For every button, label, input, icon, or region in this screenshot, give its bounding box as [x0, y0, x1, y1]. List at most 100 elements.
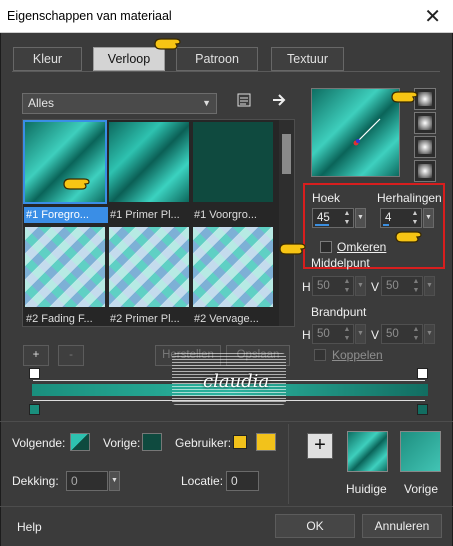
divider [0, 421, 453, 422]
spin-arrows-icon[interactable]: ▲ ▼ [341, 209, 353, 227]
opacity-label: Dekking: [12, 474, 59, 488]
gradient-caption-4: #2 Fading F... [26, 313, 93, 325]
prev-swatch[interactable] [142, 433, 162, 451]
next-label: Volgende: [12, 436, 66, 450]
angle-label: Hoek [312, 191, 341, 205]
focal-v-label: V [371, 328, 380, 342]
gradient-caption-2: #1 Primer Pl... [110, 209, 180, 221]
spin-arrows-icon[interactable]: ▲ ▼ [341, 277, 353, 295]
focal-label: Brandpunt [311, 305, 367, 319]
focal-v-dropdown[interactable]: ▼ [424, 324, 435, 344]
center-v-value: 50 [386, 280, 399, 292]
title-bar: Eigenschappen van materiaal ✕ [0, 0, 453, 33]
tab-textuur[interactable]: Textuur [271, 47, 344, 71]
spin-arrows-icon[interactable]: ▲ ▼ [410, 325, 422, 343]
remove-stop-button[interactable]: - [58, 345, 84, 366]
footer-divider [0, 506, 453, 507]
center-h-field[interactable]: 50 ▲ ▼ [312, 276, 354, 296]
link-checkbox[interactable] [314, 349, 326, 361]
current-label: Huidige [346, 482, 387, 496]
focal-v-field[interactable]: 50 ▲ ▼ [381, 324, 423, 344]
gradient-thumb-4[interactable] [25, 227, 105, 307]
repeats-field[interactable]: 4 ▲ ▼ [380, 208, 422, 228]
pointer-hand-icon [63, 178, 90, 190]
gradient-caption-5: #2 Primer Pl... [110, 313, 180, 325]
focal-h-dropdown[interactable]: ▼ [355, 324, 366, 344]
style-rectangular-button[interactable] [414, 112, 436, 134]
prev-label: Vorige: [103, 436, 141, 450]
gallery-scrollbar[interactable] [279, 120, 294, 326]
gradient-caption-3: #1 Voorgro... [194, 209, 257, 221]
focal-h-field[interactable]: 50 ▲ ▼ [312, 324, 354, 344]
previous-swatch[interactable] [400, 431, 441, 472]
center-h-dropdown[interactable]: ▼ [355, 276, 366, 296]
gradient-thumb-6[interactable] [193, 227, 273, 307]
pointer-hand-icon [279, 243, 306, 255]
help-button[interactable]: Help [17, 520, 42, 534]
center-v-label: V [371, 280, 380, 294]
center-v-field[interactable]: 50 ▲ ▼ [381, 276, 423, 296]
add-button[interactable]: + [307, 433, 333, 459]
category-dropdown[interactable]: Alles ▼ [22, 93, 217, 114]
opacity-stop-right[interactable] [417, 368, 428, 379]
center-h-value: 50 [317, 280, 330, 292]
invert-checkbox[interactable] [320, 241, 332, 253]
category-value: Alles [28, 96, 55, 110]
spin-arrows-icon[interactable]: ▲ ▼ [409, 209, 421, 227]
color-stop-left[interactable] [29, 404, 40, 415]
tab-divider [12, 71, 440, 72]
repeats-bar [383, 224, 389, 226]
gradient-thumb-5[interactable] [109, 227, 189, 307]
repeats-label: Herhalingen [377, 191, 442, 205]
user-swatch-small[interactable] [233, 435, 247, 449]
center-v-dropdown[interactable]: ▼ [424, 276, 435, 296]
gradient-caption-1: #1 Foregro... [24, 207, 108, 223]
focal-v-value: 50 [386, 328, 399, 340]
close-icon[interactable]: ✕ [424, 4, 441, 28]
current-swatch[interactable] [347, 431, 388, 472]
repeats-dropdown[interactable]: ▼ [423, 208, 434, 228]
style-sunburst-button[interactable] [414, 136, 436, 158]
angle-field[interactable]: 45 ▲ ▼ [312, 208, 354, 228]
gradient-thumb-3[interactable] [193, 122, 273, 202]
location-field[interactable]: 0 [226, 471, 259, 491]
angle-handle-icon[interactable] [350, 111, 390, 151]
focal-h-value: 50 [317, 328, 330, 340]
gradient-preview[interactable] [311, 88, 400, 177]
gradient-thumb-2[interactable] [109, 122, 189, 202]
chevron-down-icon: ▼ [202, 98, 211, 108]
previous-label: Vorige [404, 482, 439, 496]
location-label: Locatie: [181, 474, 224, 488]
pointer-hand-icon [154, 38, 181, 50]
opacity-field[interactable]: 0 [66, 471, 108, 491]
pointer-hand-icon [395, 231, 422, 243]
angle-dropdown[interactable]: ▼ [355, 208, 366, 228]
color-stop-right[interactable] [417, 404, 428, 415]
scrollbar-thumb[interactable] [282, 134, 291, 174]
opacity-dropdown[interactable]: ▼ [109, 471, 120, 491]
repeats-value: 4 [385, 212, 392, 224]
cancel-button[interactable]: Annuleren [362, 514, 442, 538]
center-label: Middelpunt [311, 256, 370, 270]
style-radial-button[interactable] [414, 160, 436, 182]
focal-h-label: H [302, 328, 311, 342]
gradient-caption-6: #2 Vervage... [194, 313, 259, 325]
pointer-hand-icon [391, 91, 418, 103]
opacity-stop-left[interactable] [29, 368, 40, 379]
arrow-right-icon[interactable] [270, 92, 288, 110]
invert-label: Omkeren [337, 240, 387, 254]
tab-kleur[interactable]: Kleur [13, 47, 82, 71]
spin-arrows-icon[interactable]: ▲ ▼ [410, 277, 422, 295]
tab-patroon[interactable]: Patroon [176, 47, 258, 71]
user-swatch[interactable] [256, 433, 276, 451]
user-label: Gebruiker: [175, 436, 232, 450]
spin-arrows-icon[interactable]: ▲ ▼ [341, 325, 353, 343]
add-stop-button[interactable]: + [23, 345, 49, 366]
next-swatch[interactable] [70, 433, 90, 451]
angle-value: 45 [317, 212, 330, 224]
library-icon[interactable] [235, 92, 253, 110]
angle-bar [315, 224, 329, 226]
window-title: Eigenschappen van materiaal [7, 9, 172, 23]
watermark-text: claudia [203, 371, 270, 392]
ok-button[interactable]: OK [275, 514, 355, 538]
